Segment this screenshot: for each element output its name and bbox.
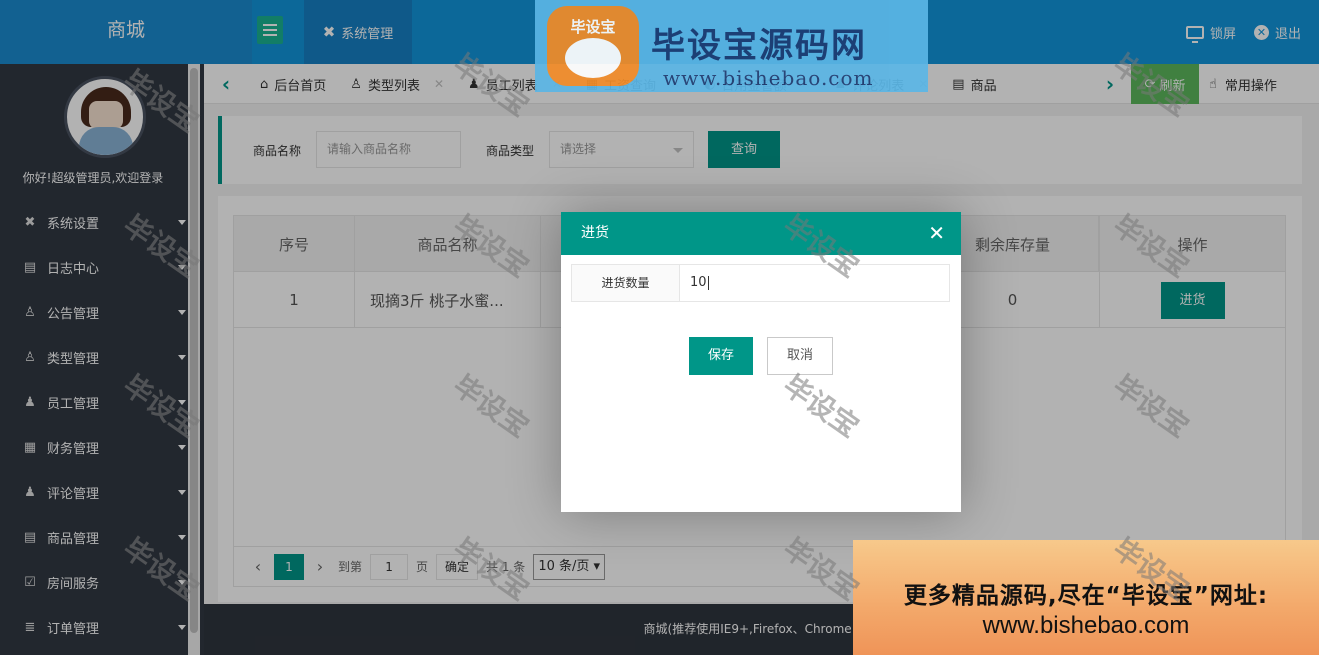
quantity-value: 10 <box>690 275 707 290</box>
brand-banner: 毕设宝 毕设宝源码网 www.bishebao.com <box>535 0 928 92</box>
quantity-form-row: 进货数量 10 <box>571 264 950 302</box>
promo-banner: 更多精品源码,尽在“毕设宝”网址: www.bishebao.com <box>853 540 1319 655</box>
text-cursor <box>707 275 709 290</box>
brand-logo: 毕设宝 <box>547 6 639 86</box>
promo-line-1: 更多精品源码,尽在“毕设宝”网址: <box>903 583 1269 609</box>
restock-dialog: 进货 ✕ 进货数量 10 保存 取消 <box>561 212 961 512</box>
brand-title: 毕设宝源码网 <box>651 26 867 66</box>
dialog-title: 进货 <box>581 225 609 241</box>
save-button[interactable]: 保存 <box>689 337 753 375</box>
dialog-header: 进货 ✕ <box>561 212 961 255</box>
promo-line-2: www.bishebao.com <box>982 612 1190 639</box>
brand-url: www.bishebao.com <box>663 66 874 90</box>
cancel-button[interactable]: 取消 <box>767 337 833 375</box>
quantity-label: 进货数量 <box>571 264 680 302</box>
quantity-input[interactable]: 10 <box>680 264 950 302</box>
brand-logo-text: 毕设宝 <box>570 18 616 36</box>
close-icon[interactable]: ✕ <box>928 212 945 255</box>
